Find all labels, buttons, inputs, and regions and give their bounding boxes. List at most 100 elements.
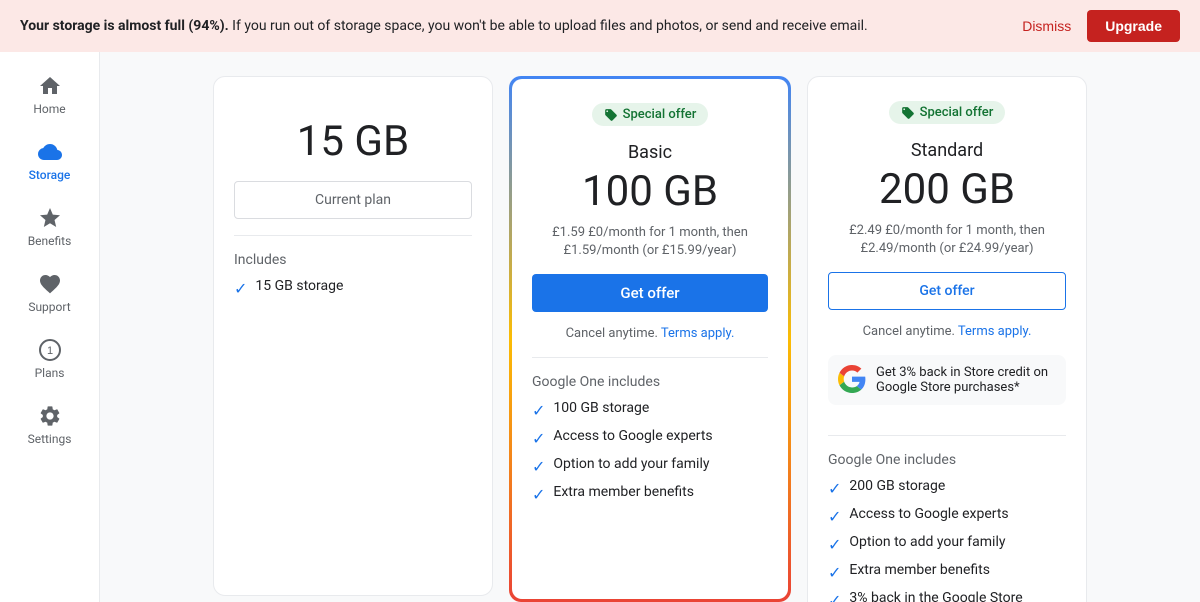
sidebar-label-home: Home — [33, 102, 65, 116]
sidebar-item-home[interactable]: Home — [10, 64, 90, 126]
list-item: ✓ 15 GB storage — [234, 278, 472, 298]
main-content: 15 GB Current plan Includes ✓ 15 GB stor… — [100, 52, 1200, 602]
banner-bold-text: Your storage is almost full (94%). — [20, 18, 229, 34]
feature-text: Access to Google experts — [553, 428, 712, 444]
basic-special-offer-badge: Special offer — [592, 103, 709, 126]
basic-cancel-text: Cancel anytime. Terms apply. — [532, 326, 768, 341]
upgrade-button[interactable]: Upgrade — [1087, 10, 1180, 42]
banner-actions: Dismiss Upgrade — [1022, 10, 1180, 42]
check-icon: ✓ — [532, 485, 545, 504]
sidebar-item-plans[interactable]: 1 Plans — [10, 328, 90, 390]
feature-text: 3% back in the Google Store — [849, 590, 1022, 602]
check-icon: ✓ — [828, 563, 841, 582]
standard-feature-list: ✓ 200 GB storage ✓ Access to Google expe… — [828, 478, 1066, 602]
svg-text:1: 1 — [46, 345, 52, 357]
basic-plan-price: £1.59 £0/month for 1 month, then £1.59/m… — [532, 224, 768, 260]
feature-text: Extra member benefits — [849, 562, 990, 578]
check-icon: ✓ — [532, 457, 545, 476]
standard-divider — [828, 435, 1066, 436]
standard-badge-area: Special offer — [828, 101, 1066, 134]
basic-badge-label: Special offer — [623, 107, 697, 122]
list-item: ✓ 3% back in the Google Store — [828, 590, 1066, 602]
standard-includes-label: Google One includes — [828, 452, 1066, 468]
list-item: ✓ Extra member benefits — [532, 484, 768, 504]
sidebar-label-support: Support — [28, 300, 70, 314]
feature-text: Access to Google experts — [849, 506, 1008, 522]
standard-get-offer-button[interactable]: Get offer — [828, 272, 1066, 310]
sidebar-item-support[interactable]: Support — [10, 262, 90, 324]
sidebar-item-settings[interactable]: Settings — [10, 394, 90, 456]
cloud-icon — [38, 140, 62, 164]
standard-special-offer-badge: Special offer — [889, 101, 1006, 124]
dismiss-button[interactable]: Dismiss — [1022, 18, 1071, 34]
basic-includes-label: Google One includes — [532, 374, 768, 390]
basic-feature-list: ✓ 100 GB storage ✓ Access to Google expe… — [532, 400, 768, 504]
basic-divider — [532, 357, 768, 358]
feature-text: Option to add your family — [849, 534, 1005, 550]
sidebar-label-settings: Settings — [28, 432, 72, 446]
standard-plan-name: Standard — [828, 140, 1066, 161]
basic-plan-storage: 100 GB — [532, 167, 768, 216]
check-icon: ✓ — [234, 279, 247, 298]
tag-icon — [604, 108, 618, 122]
feature-text: 100 GB storage — [553, 400, 649, 416]
check-icon: ✓ — [828, 535, 841, 554]
feature-text: Option to add your family — [553, 456, 709, 472]
basic-get-offer-button[interactable]: Get offer — [532, 274, 768, 312]
list-item: ✓ 200 GB storage — [828, 478, 1066, 498]
banner-regular-text: If you run out of storage space, you won… — [232, 18, 868, 34]
app-layout: Home Storage Benefits Support — [0, 52, 1200, 602]
plan-card-basic-wrapper: Special offer Basic 100 GB £1.59 £0/mont… — [509, 76, 791, 602]
list-item: ✓ Option to add your family — [532, 456, 768, 476]
basic-price-line1: £1.59 £0/month for 1 month, then — [552, 225, 748, 240]
feature-text: Extra member benefits — [553, 484, 694, 500]
free-includes-label: Includes — [234, 252, 472, 268]
current-plan-button: Current plan — [234, 181, 472, 219]
sidebar-label-benefits: Benefits — [28, 234, 72, 248]
check-icon: ✓ — [828, 591, 841, 602]
free-feature-list: ✓ 15 GB storage — [234, 278, 472, 298]
plan-card-basic: Special offer Basic 100 GB £1.59 £0/mont… — [512, 79, 788, 599]
free-storage-area: 15 GB — [234, 101, 472, 181]
banner-text: Your storage is almost full (94%). If yo… — [20, 18, 1022, 34]
check-icon: ✓ — [532, 401, 545, 420]
list-item: ✓ 100 GB storage — [532, 400, 768, 420]
free-plan-storage: 15 GB — [297, 117, 409, 166]
basic-price-line2: £1.59/month (or £15.99/year) — [564, 243, 737, 258]
star-icon — [38, 206, 62, 230]
support-icon — [38, 272, 62, 296]
tag-icon — [901, 106, 915, 120]
divider — [234, 235, 472, 236]
google-store-promo-text: Get 3% back in Store credit on Google St… — [876, 365, 1056, 395]
standard-terms-link[interactable]: Terms apply. — [958, 324, 1032, 339]
plan-card-standard: Special offer Standard 200 GB £2.49 £0/m… — [807, 76, 1087, 602]
gear-icon — [38, 404, 62, 428]
list-item: ✓ Extra member benefits — [828, 562, 1066, 582]
basic-badge-area: Special offer — [532, 103, 768, 136]
list-item: ✓ Access to Google experts — [828, 506, 1066, 526]
sidebar-item-benefits[interactable]: Benefits — [10, 196, 90, 258]
sidebar: Home Storage Benefits Support — [0, 52, 100, 602]
storage-banner: Your storage is almost full (94%). If yo… — [0, 0, 1200, 52]
google-g-icon — [838, 365, 866, 393]
check-icon: ✓ — [532, 429, 545, 448]
basic-terms-link[interactable]: Terms apply. — [661, 326, 735, 341]
google-store-promo: Get 3% back in Store credit on Google St… — [828, 355, 1066, 405]
check-icon: ✓ — [828, 479, 841, 498]
sidebar-item-storage[interactable]: Storage — [10, 130, 90, 192]
basic-plan-name: Basic — [532, 142, 768, 163]
standard-cancel-text: Cancel anytime. Terms apply. — [828, 324, 1066, 339]
check-icon: ✓ — [828, 507, 841, 526]
feature-text: 15 GB storage — [255, 278, 343, 294]
standard-plan-price: £2.49 £0/month for 1 month, then £2.49/m… — [828, 222, 1066, 258]
standard-price-line1: £2.49 £0/month for 1 month, then — [849, 223, 1045, 238]
plan-card-free: 15 GB Current plan Includes ✓ 15 GB stor… — [213, 76, 493, 596]
list-item: ✓ Access to Google experts — [532, 428, 768, 448]
list-item: ✓ Option to add your family — [828, 534, 1066, 554]
standard-plan-storage: 200 GB — [828, 165, 1066, 214]
sidebar-label-storage: Storage — [29, 168, 71, 182]
home-icon — [38, 74, 62, 98]
plans-icon: 1 — [38, 338, 62, 362]
standard-price-line2: £2.49/month (or £24.99/year) — [861, 241, 1034, 256]
sidebar-label-plans: Plans — [35, 366, 65, 380]
